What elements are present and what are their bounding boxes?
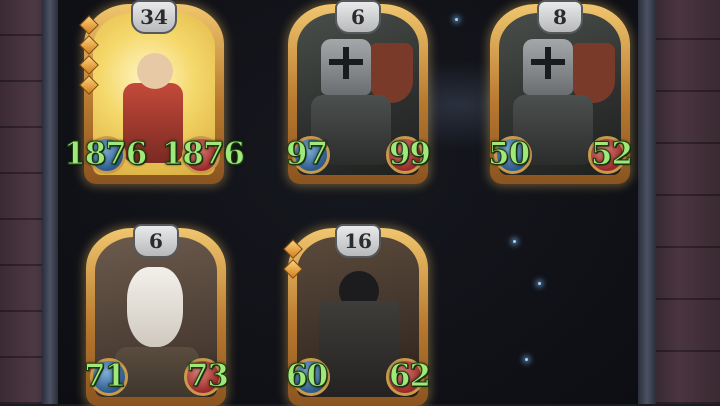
left-frame-pillar (42, 0, 58, 404)
unit-card-shieldbearer[interactable]: 16 60 62 (283, 224, 432, 406)
unit-card-crusader[interactable]: 6 97 99 (285, 0, 432, 184)
attack-value: 71 (83, 358, 126, 395)
health-value: 1876 (161, 136, 245, 173)
crusader-shield (571, 43, 615, 103)
attack-value: 60 (285, 358, 328, 395)
card-cost: 16 (335, 224, 381, 258)
left-stone-wall (0, 0, 58, 404)
health-value: 62 (388, 358, 431, 395)
card-cost: 6 (133, 224, 179, 258)
unit-card-goat[interactable]: 6 71 73 (83, 224, 230, 406)
health-value: 99 (388, 136, 431, 173)
card-cost: 6 (335, 0, 381, 34)
rank-gem-icon (283, 259, 303, 279)
rank-gem-icon (79, 75, 99, 95)
attack-value: 1876 (63, 136, 147, 173)
health-value: 52 (590, 136, 633, 173)
star-sparkle (455, 18, 458, 21)
star-sparkle (525, 358, 528, 361)
hero-head (137, 53, 173, 89)
goat-head (127, 267, 183, 347)
star-sparkle (538, 282, 541, 285)
rank-gem-icon (79, 55, 99, 75)
rank-gem-icon (283, 239, 303, 259)
star-sparkle (513, 240, 516, 243)
card-cost: 34 (131, 0, 177, 34)
crusader-helm (321, 39, 371, 95)
rank-gem-icon (79, 35, 99, 55)
crusader-shield (369, 43, 413, 103)
health-value: 73 (186, 358, 229, 395)
right-frame-pillar (638, 0, 656, 404)
card-cost: 8 (537, 0, 583, 34)
rank-gem-icon (79, 15, 99, 35)
unit-card-hero[interactable]: 34 1876 1876 (63, 0, 246, 184)
attack-value: 50 (487, 136, 530, 173)
right-stone-wall (638, 0, 720, 404)
crusader-helm (523, 39, 573, 95)
attack-value: 97 (285, 136, 328, 173)
unit-card-crusader[interactable]: 8 50 52 (487, 0, 634, 184)
rank-gems (283, 239, 303, 282)
rank-gems (79, 15, 99, 98)
